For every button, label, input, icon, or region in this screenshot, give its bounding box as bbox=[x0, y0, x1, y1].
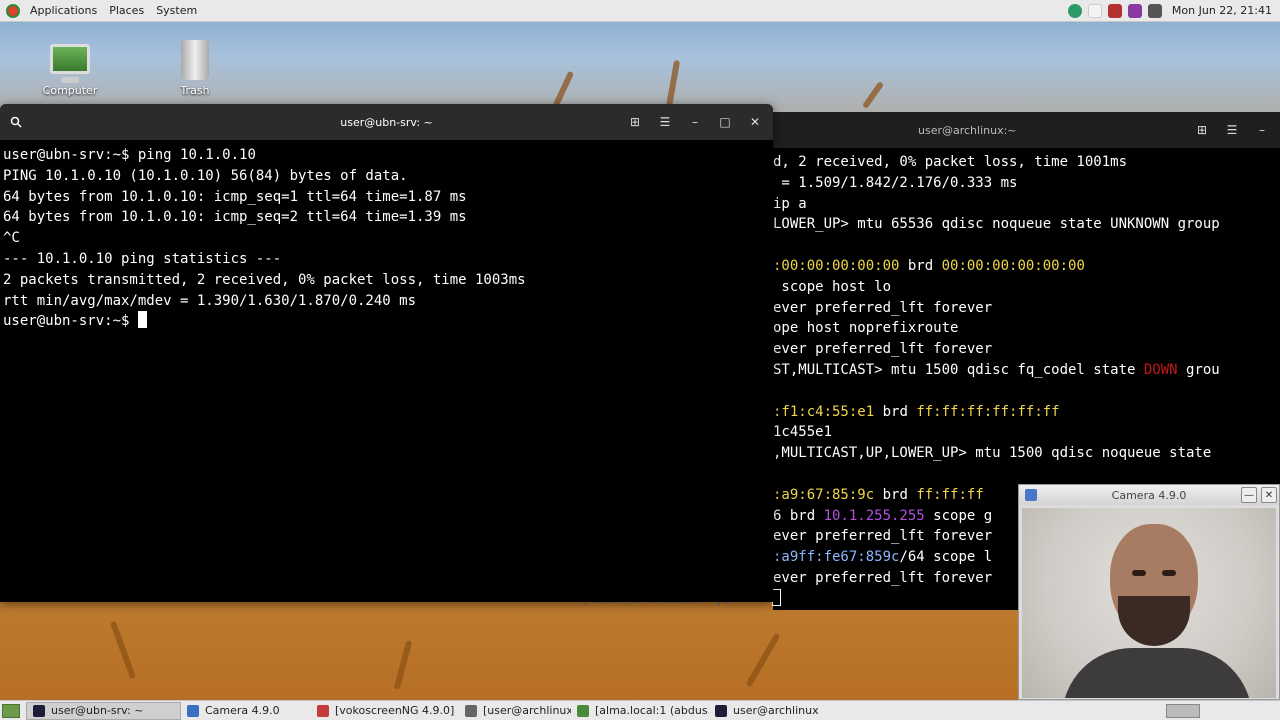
taskbar-button[interactable]: [user@archlinux:~] bbox=[459, 702, 571, 720]
taskbar-button[interactable]: [alma.local:1 (abdus... bbox=[571, 702, 709, 720]
terminal-line: ever preferred_lft forever bbox=[773, 299, 993, 316]
clock[interactable]: Mon Jun 22, 21:41 bbox=[1168, 4, 1272, 17]
display-icon[interactable] bbox=[1147, 3, 1162, 18]
maximize-icon[interactable]: □ bbox=[711, 108, 739, 136]
terminal-line: ,MULTICAST,UP,LOWER_UP> mtu 1500 qdisc n… bbox=[773, 445, 1212, 462]
app-icon bbox=[465, 704, 477, 717]
terminal-output[interactable]: user@ubn-srv:~$ ping 10.1.0.10 PING 10.1.… bbox=[0, 140, 773, 337]
terminal-line: 64 bytes from 10.1.0.10: icmp_seq=2 ttl=… bbox=[3, 209, 467, 226]
updates-icon[interactable] bbox=[1067, 3, 1082, 18]
desktop-icon-label: Computer bbox=[42, 84, 98, 97]
camera-window-title: Camera 4.9.0 bbox=[1111, 488, 1187, 502]
distro-logo-icon[interactable] bbox=[6, 3, 20, 18]
terminal-line: LOWER_UP> mtu 65536 qdisc noqueue state … bbox=[773, 216, 1220, 233]
app-icon bbox=[317, 704, 329, 717]
terminal-cursor bbox=[772, 588, 781, 607]
terminal-line: ^C bbox=[3, 230, 20, 247]
terminal-window-ubn-srv[interactable]: user@ubn-srv: ~ ⊞ ☰ – □ ✕ user@ubn-srv:~… bbox=[0, 104, 773, 602]
taskbar-button-label: [vokoscreenNG 4.9.0] bbox=[335, 704, 455, 717]
trash-icon bbox=[181, 40, 209, 80]
search-icon[interactable] bbox=[2, 108, 30, 136]
desktop-icon-label: Trash bbox=[180, 84, 210, 97]
minimize-button[interactable]: — bbox=[1241, 487, 1257, 503]
bottom-taskbar: user@ubn-srv: ~ Camera 4.9.0 [vokoscreenNG… bbox=[0, 700, 1280, 720]
minimize-icon[interactable]: – bbox=[681, 108, 709, 136]
taskbar-button-label: [alma.local:1 (abdus... bbox=[595, 704, 709, 717]
network-icon[interactable] bbox=[1107, 3, 1122, 18]
camera-titlebar[interactable]: Camera 4.9.0 — ✕ bbox=[1019, 485, 1279, 505]
titlebar[interactable]: user@archlinux:~ ⊞ ☰ – bbox=[773, 112, 1280, 148]
menu-system[interactable]: System bbox=[150, 4, 203, 17]
show-desktop-icon[interactable] bbox=[2, 703, 20, 718]
terminal-line: PING 10.1.0.10 (10.1.0.10) 56(84) bytes … bbox=[3, 167, 408, 184]
taskbar-button-label: user@archlinux:~ bbox=[733, 704, 819, 717]
taskbar-button-label: user@ubn-srv: ~ bbox=[51, 704, 144, 717]
minimize-icon[interactable]: – bbox=[1248, 116, 1276, 144]
app-icon bbox=[715, 704, 727, 717]
taskbar-button[interactable]: Camera 4.9.0 bbox=[181, 702, 311, 720]
top-panel: Applications Places System Mon Jun 22, 2… bbox=[0, 0, 1280, 22]
taskbar-button-label: Camera 4.9.0 bbox=[205, 704, 280, 717]
system-tray: Mon Jun 22, 21:41 bbox=[1067, 3, 1280, 18]
app-icon bbox=[33, 704, 45, 717]
terminal-prompt-line[interactable]: user@ubn-srv:~$ bbox=[3, 311, 770, 332]
terminal-line: ever preferred_lft forever bbox=[773, 341, 993, 358]
terminal-line: scope host lo bbox=[773, 278, 892, 295]
close-icon[interactable]: ✕ bbox=[741, 108, 769, 136]
terminal-line: --- 10.1.0.10 ping statistics --- bbox=[3, 250, 282, 267]
new-tab-icon[interactable]: ⊞ bbox=[621, 108, 649, 136]
new-tab-icon[interactable]: ⊞ bbox=[1188, 116, 1216, 144]
terminal-line: d, 2 received, 0% packet loss, time 1001… bbox=[773, 154, 1128, 170]
power-icon[interactable] bbox=[1087, 3, 1102, 18]
workspace-switcher[interactable] bbox=[1166, 703, 1200, 718]
terminal-line: ope host noprefixroute bbox=[773, 320, 959, 337]
taskbar-button[interactable]: user@archlinux:~ bbox=[709, 702, 819, 720]
taskbar-button[interactable]: user@ubn-srv: ~ bbox=[26, 701, 181, 720]
terminal-line: user@ubn-srv:~$ ping 10.1.0.10 bbox=[3, 147, 256, 163]
hamburger-menu-icon[interactable]: ☰ bbox=[651, 108, 679, 136]
terminal-line: 1c455e1 bbox=[773, 424, 833, 441]
app-icon bbox=[577, 704, 589, 717]
terminal-line: = 1.509/1.842/2.176/0.333 ms bbox=[773, 174, 1018, 191]
menu-places[interactable]: Places bbox=[103, 4, 150, 17]
taskbar-button[interactable]: [vokoscreenNG 4.9.0] bbox=[311, 702, 459, 720]
hamburger-menu-icon[interactable]: ☰ bbox=[1218, 116, 1246, 144]
terminal-line: ip a bbox=[773, 195, 807, 212]
terminal-line: :f1:c4:55:e1 brd ff:ff:ff:ff:ff:ff bbox=[773, 403, 1060, 420]
computer-icon bbox=[50, 44, 90, 83]
flag-icon[interactable] bbox=[1127, 3, 1142, 18]
terminal-line: 64 bytes from 10.1.0.10: icmp_seq=1 ttl=… bbox=[3, 188, 467, 205]
close-button[interactable]: ✕ bbox=[1261, 487, 1277, 503]
camera-feed bbox=[1022, 508, 1276, 698]
camera-window[interactable]: Camera 4.9.0 — ✕ bbox=[1018, 484, 1280, 700]
terminal-line: rtt min/avg/max/mdev = 1.390/1.630/1.870… bbox=[3, 292, 417, 309]
titlebar[interactable]: user@ubn-srv: ~ ⊞ ☰ – □ ✕ bbox=[0, 104, 773, 140]
terminal-cursor bbox=[137, 311, 147, 329]
menu-applications[interactable]: Applications bbox=[24, 4, 103, 17]
app-icon bbox=[187, 704, 199, 717]
taskbar-button-label: [user@archlinux:~] bbox=[483, 704, 571, 717]
desktop-icon-trash[interactable]: Trash bbox=[160, 40, 230, 97]
desktop-icon-computer[interactable]: Computer bbox=[35, 40, 105, 97]
terminal-line: :00:00:00:00:00 brd 00:00:00:00:00:00 bbox=[773, 257, 1085, 274]
terminal-line: ST,MULTICAST> mtu 1500 qdisc fq_codel st… bbox=[773, 361, 1220, 378]
terminal-line: 2 packets transmitted, 2 received, 0% pa… bbox=[3, 271, 526, 288]
